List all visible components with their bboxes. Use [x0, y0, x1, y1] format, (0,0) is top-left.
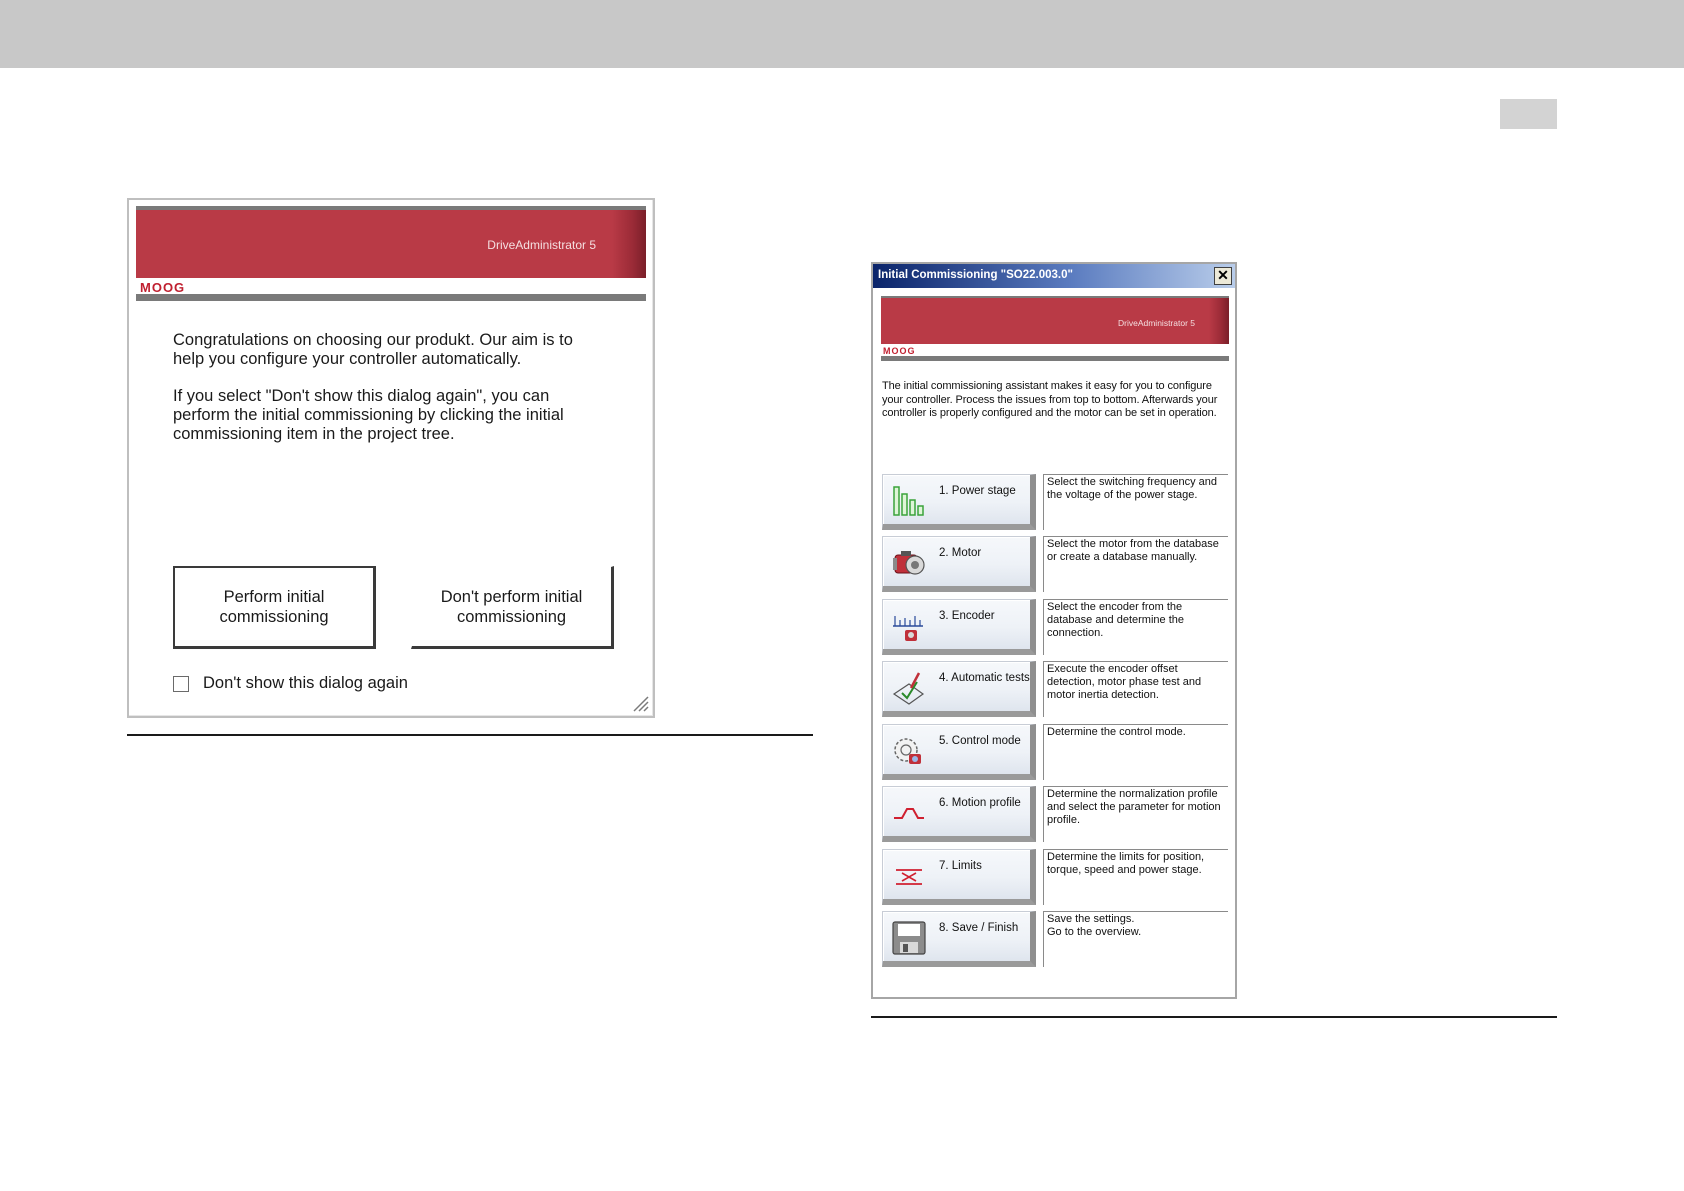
automatic-tests-icon: [892, 672, 925, 705]
figure-rule: [127, 734, 813, 736]
info-paragraph: If you select "Don't show this dialog ag…: [173, 387, 564, 443]
step-label: 8. Save / Finish: [939, 922, 1019, 934]
step-row-save-finish: 8. Save / Finish Save the settings. Go t…: [882, 911, 1228, 968]
drive-administrator-banner: DriveAdministrator 5: [136, 210, 646, 278]
dialog-title: Initial Commissioning "SO22.003.0": [878, 269, 1073, 281]
step-description: Determine the normalization profile and …: [1043, 786, 1228, 842]
step-description: Execute the encoder offset detection, mo…: [1043, 661, 1228, 717]
dont-show-again-label: Don't show this dialog again: [203, 674, 408, 692]
close-icon[interactable]: ✕: [1214, 267, 1232, 285]
step-description: Determine the limits for position, torqu…: [1043, 849, 1228, 905]
page-header-band: [0, 0, 1684, 68]
step-label: 6. Motion profile: [939, 797, 1021, 809]
step-label: 4. Automatic tests: [939, 672, 1030, 684]
dont-perform-button-label: Don't perform initial commissioning: [440, 587, 583, 626]
banner-bottom-bar: [881, 356, 1229, 361]
page-marker-tab: [1500, 99, 1557, 129]
intro-text: The initial commissioning assistant make…: [882, 380, 1218, 420]
control-mode-icon: [894, 738, 921, 764]
limits-button[interactable]: 7. Limits: [882, 849, 1036, 905]
banner-emblem-icon: [612, 210, 646, 278]
dont-show-again-row[interactable]: Don't show this dialog again: [173, 674, 408, 693]
automatic-tests-button[interactable]: 4. Automatic tests: [882, 661, 1036, 717]
initial-commissioning-dialog: Initial Commissioning "SO22.003.0" ✕ Dri…: [871, 262, 1237, 999]
step-description: Select the motor from the database or cr…: [1043, 536, 1228, 592]
step-label: 1. Power stage: [939, 485, 1016, 497]
step-description: Save the settings. Go to the overview.: [1043, 911, 1228, 967]
resize-grip-icon[interactable]: [631, 694, 649, 712]
motor-button[interactable]: 2. Motor: [882, 536, 1036, 592]
encoder-button[interactable]: 3. Encoder: [882, 599, 1036, 655]
welcome-dialog: DriveAdministrator 5 MOOG Congratulation…: [127, 198, 655, 718]
step-description: Select the encoder from the database and…: [1043, 599, 1228, 655]
step-row-limits: 7. Limits Determine the limits for posit…: [882, 849, 1228, 906]
step-description: Determine the control mode.: [1043, 724, 1228, 780]
motor-icon: [893, 551, 925, 575]
encoder-icon: [893, 616, 923, 641]
perform-initial-commissioning-button[interactable]: Perform initial commissioning: [173, 566, 376, 649]
step-label: 5. Control mode: [939, 735, 1021, 747]
step-label: 3. Encoder: [939, 610, 995, 622]
figure-rule: [871, 1016, 1557, 1018]
drive-administrator-banner: DriveAdministrator 5: [881, 298, 1229, 344]
step-description: Select the switching frequency and the v…: [1043, 474, 1228, 530]
welcome-paragraph: Congratulations on choosing our produkt.…: [173, 331, 573, 368]
perform-button-label: Perform initial commissioning: [219, 588, 329, 626]
motion-profile-icon: [894, 808, 924, 819]
step-label: 7. Limits: [939, 860, 982, 872]
moog-logo: MOOG: [883, 346, 916, 356]
save-finish-button[interactable]: 8. Save / Finish: [882, 911, 1036, 967]
dont-show-again-checkbox[interactable]: [173, 675, 189, 692]
step-row-motion-profile: 6. Motion profile Determine the normaliz…: [882, 786, 1228, 843]
step-row-encoder: 3. Encoder Select the encoder from the d…: [882, 599, 1228, 656]
motion-profile-button[interactable]: 6. Motion profile: [882, 786, 1036, 842]
banner-emblem-icon: [1209, 298, 1229, 344]
power-stage-bars-icon: [893, 486, 924, 516]
app-name: DriveAdministrator 5: [1118, 318, 1195, 328]
moog-logo: MOOG: [140, 280, 186, 295]
power-stage-button[interactable]: 1. Power stage: [882, 474, 1036, 530]
dont-perform-commissioning-button[interactable]: Don't perform initial commissioning: [411, 566, 614, 649]
step-row-control-mode: 5. Control mode Determine the control mo…: [882, 724, 1228, 781]
save-floppy-icon: [892, 921, 926, 955]
limits-icon: [896, 869, 922, 885]
title-bar[interactable]: Initial Commissioning "SO22.003.0" ✕: [873, 264, 1235, 288]
step-row-power-stage: 1. Power stage Select the switching freq…: [882, 474, 1228, 531]
app-name: DriveAdministrator 5: [487, 238, 596, 252]
step-row-motor: 2. Motor Select the motor from the datab…: [882, 536, 1228, 593]
step-row-automatic-tests: 4. Automatic tests Execute the encoder o…: [882, 661, 1228, 718]
banner-bottom-bar: [136, 294, 646, 301]
step-label: 2. Motor: [939, 547, 982, 559]
control-mode-button[interactable]: 5. Control mode: [882, 724, 1036, 780]
